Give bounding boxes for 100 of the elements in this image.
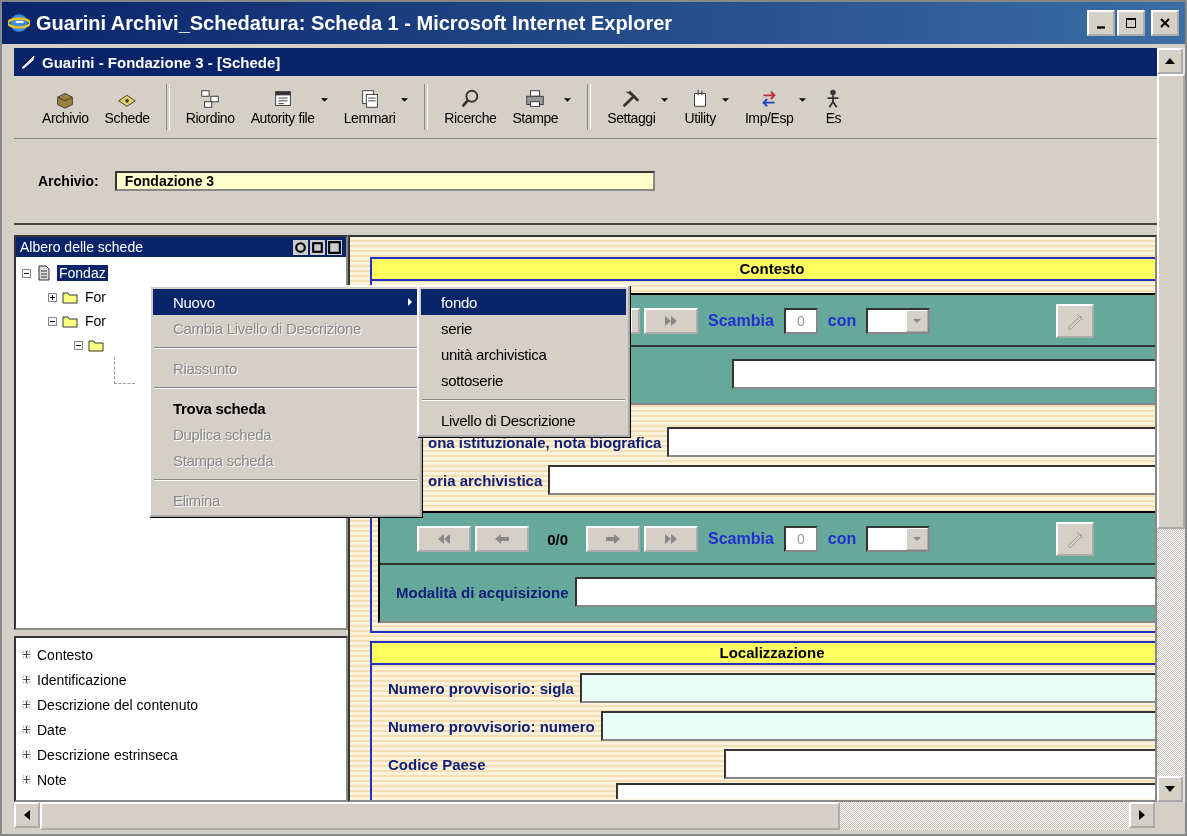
with-label: con <box>827 312 857 330</box>
submenu-arrow-icon <box>408 298 412 306</box>
dropdown-field[interactable] <box>866 308 931 334</box>
collapse-toggle-icon[interactable] <box>48 316 57 326</box>
input-field[interactable] <box>574 577 1155 607</box>
expand-icon[interactable] <box>22 725 31 734</box>
tree-item[interactable]: For <box>83 313 108 329</box>
menu-item[interactable]: unità archivistica <box>421 341 626 367</box>
previous-button[interactable] <box>475 526 530 552</box>
section-header: Contesto <box>372 259 1155 281</box>
scroll-thumb[interactable] <box>1157 74 1185 529</box>
caret-icon <box>913 319 922 323</box>
scroll-down-button[interactable] <box>1157 776 1183 802</box>
field-label: oria archivistica <box>428 471 543 489</box>
document-title: Guarini - Fondazione 3 - [Schede] <box>42 53 281 71</box>
section-link[interactable]: Descrizione estrinseca <box>37 746 178 763</box>
tree-item[interactable]: Fondaz <box>57 265 108 281</box>
menu-item[interactable]: Trova scheda <box>153 395 418 421</box>
expand-icon[interactable] <box>22 675 31 684</box>
section-link[interactable]: Contesto <box>37 646 94 663</box>
scroll-thumb[interactable] <box>40 802 840 830</box>
toolbar-button[interactable]: Lemmari <box>335 86 417 128</box>
menu-item[interactable]: Livello di Descrizione <box>421 407 626 433</box>
last-button[interactable] <box>644 526 698 552</box>
toolbar-button[interactable]: Autority file <box>242 86 336 128</box>
field-label: Numero provvisorio: numero <box>388 717 595 735</box>
first-button[interactable] <box>417 526 472 552</box>
pencil-icon <box>1065 311 1086 331</box>
input-field[interactable] <box>579 673 1155 703</box>
edit-button[interactable] <box>1056 522 1095 556</box>
field-label: Modalità di acquisizione <box>396 583 569 601</box>
collapse-toggle-icon[interactable] <box>22 268 31 278</box>
scroll-left-button[interactable] <box>14 802 40 828</box>
field-label: Archivio: <box>38 173 99 189</box>
field-label: Codice Paese <box>388 755 487 773</box>
input-field[interactable] <box>667 427 1155 457</box>
tree-item[interactable]: For <box>83 289 108 305</box>
edit-button[interactable] <box>1056 304 1095 338</box>
toolbar-button[interactable]: Utility <box>676 86 737 128</box>
right-arrow-icon <box>1139 810 1145 820</box>
record-counter: 0/0 <box>547 530 568 548</box>
menu-item[interactable]: fondo <box>421 289 626 315</box>
toolbar-button[interactable]: Settaggi <box>599 86 677 128</box>
field-label: ona istituzionale, nota biografica <box>428 433 662 451</box>
menu-item[interactable]: sottoserie <box>421 367 626 393</box>
left-arrow-icon <box>24 810 30 820</box>
toolbar-button[interactable]: Ricerche <box>436 86 505 128</box>
section-header: Localizzazione <box>372 643 1155 665</box>
quill-icon <box>20 54 36 70</box>
down-arrow-icon <box>1165 786 1175 792</box>
horizontal-scrollbar[interactable] <box>14 802 1155 830</box>
up-arrow-icon <box>1165 58 1175 64</box>
tree-line <box>114 357 135 384</box>
maximize-icon <box>1125 17 1137 29</box>
expand-icon[interactable] <box>22 650 31 659</box>
dropdown-field[interactable] <box>866 526 931 552</box>
next-button[interactable] <box>630 308 640 334</box>
window-icon[interactable] <box>327 239 342 255</box>
caret-icon <box>799 98 807 102</box>
printer-icon <box>524 88 547 110</box>
expand-icon[interactable] <box>22 750 31 759</box>
browser-icon <box>8 12 30 34</box>
collapse-toggle-icon[interactable] <box>74 340 83 350</box>
caret-icon <box>320 98 328 102</box>
close-button[interactable] <box>1151 10 1179 36</box>
toolbar-button[interactable]: Riordino <box>177 86 243 128</box>
with-label: con <box>827 530 857 548</box>
maximize-button[interactable] <box>1117 10 1145 36</box>
caret-icon <box>401 98 409 102</box>
caret-icon <box>564 98 572 102</box>
vertical-scrollbar[interactable] <box>1157 48 1185 802</box>
input-field[interactable] <box>600 711 1155 741</box>
close-icon <box>1159 17 1171 29</box>
toolbar-button[interactable]: Schede <box>96 86 158 128</box>
field-label: Numero provvisorio: sigla <box>388 679 574 697</box>
window-title: Guarini Archivi_Schedatura: Scheda 1 - Microsoft Internet Explorer <box>36 11 674 35</box>
input-field[interactable] <box>548 465 1155 495</box>
menu-item[interactable]: serie <box>421 315 626 341</box>
swap-label: Scambia <box>708 530 774 548</box>
section-link[interactable]: Note <box>37 771 67 788</box>
section-link[interactable]: Date <box>37 721 67 738</box>
scroll-right-button[interactable] <box>1129 802 1155 828</box>
expand-toggle-icon[interactable] <box>48 292 57 302</box>
toolbar-button[interactable]: Imp/Esp <box>736 86 815 128</box>
minimize-button[interactable] <box>1087 10 1115 36</box>
expand-icon[interactable] <box>22 775 31 784</box>
pencil-icon <box>1065 529 1086 549</box>
expand-icon[interactable] <box>22 700 31 709</box>
archive-field[interactable]: Fondazione 3 <box>114 171 655 191</box>
scroll-up-button[interactable] <box>1157 48 1183 74</box>
input-field[interactable] <box>724 749 1155 779</box>
section-link[interactable]: Identificazione <box>37 671 127 688</box>
folder-icon <box>62 313 78 329</box>
section-link[interactable]: Descrizione del contenuto <box>37 696 199 713</box>
minimize-icon <box>1097 25 1105 29</box>
menu-item[interactable]: Nuovo <box>153 289 418 315</box>
toolbar-button[interactable]: Es <box>814 86 853 128</box>
toolbar-button[interactable]: Archivio <box>34 86 97 128</box>
input-field[interactable] <box>732 359 1155 389</box>
toolbar-button[interactable]: Stampe <box>504 86 580 128</box>
